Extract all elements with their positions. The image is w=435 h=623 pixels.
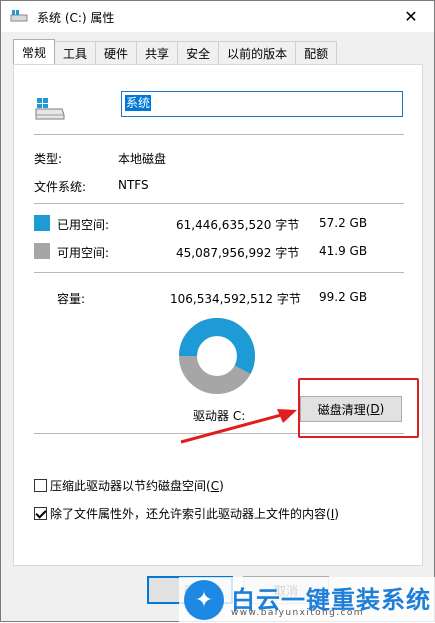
filesystem-value: NTFS xyxy=(118,178,149,192)
close-icon: ✕ xyxy=(404,7,418,26)
used-space-swatch xyxy=(34,215,50,231)
disk-cleanup-button[interactable]: 磁盘清理(D) xyxy=(300,396,402,422)
divider xyxy=(34,203,404,204)
free-space-swatch xyxy=(34,243,50,259)
index-option[interactable]: 除了文件属性外，还允许索引此驱动器上文件的内容(I) xyxy=(34,505,339,522)
free-space-label: 可用空间: xyxy=(57,246,110,260)
free-space-bytes: 45,087,956,992 字节 xyxy=(176,246,300,260)
used-space-bytes: 61,446,635,520 字节 xyxy=(176,218,300,232)
tab-bar: 常规 工具 硬件 共享 安全 以前的版本 配额 xyxy=(13,39,338,65)
tab-hardware[interactable]: 硬件 xyxy=(95,41,138,64)
tab-tools[interactable]: 工具 xyxy=(54,41,97,64)
drive-icon xyxy=(10,10,28,22)
capacity-bytes: 106,534,592,512 字节 xyxy=(170,292,301,306)
compress-checkbox[interactable] xyxy=(34,479,47,492)
used-space-size: 57.2 GB xyxy=(319,216,368,230)
tab-general[interactable]: 常规 xyxy=(13,39,56,64)
drive-name-input[interactable]: 系统 xyxy=(121,91,403,117)
properties-dialog: 系统 (C:) 属性 ✕ 常规 工具 硬件 共享 安全 以前的版本 配额 系统 … xyxy=(0,0,435,623)
capacity-label: 容量: xyxy=(57,292,86,306)
free-space-size: 41.9 GB xyxy=(319,244,368,258)
index-label: 除了文件属性外，还允许索引此驱动器上文件的内容(I) xyxy=(50,507,339,521)
filesystem-label: 文件系统: xyxy=(34,180,87,194)
tab-security[interactable]: 安全 xyxy=(177,41,220,64)
tab-quota[interactable]: 配额 xyxy=(295,41,338,64)
twitter-bird-icon: ✦ xyxy=(184,580,224,620)
divider xyxy=(34,433,404,434)
close-button[interactable]: ✕ xyxy=(388,1,434,32)
used-space-label: 已用空间: xyxy=(57,218,110,232)
watermark-url: www.baiyunxitong.com xyxy=(231,608,364,618)
index-checkbox[interactable] xyxy=(34,507,47,520)
watermark: ✦ 白云一键重装系统 www.baiyunxitong.com xyxy=(179,577,435,623)
drive-letter-label: 驱动器 C: xyxy=(193,409,246,423)
compress-option[interactable]: 压缩此驱动器以节约磁盘空间(C) xyxy=(34,477,224,494)
window-title: 系统 (C:) 属性 xyxy=(37,11,115,25)
capacity-size: 99.2 GB xyxy=(319,290,368,304)
divider xyxy=(34,272,404,273)
general-panel: 系统 类型: 本地磁盘 文件系统: NTFS 已用空间: 61,446,635,… xyxy=(13,64,423,566)
drive-name-value: 系统 xyxy=(125,95,152,111)
divider xyxy=(34,134,404,135)
hard-drive-icon xyxy=(35,98,65,120)
tab-previous-versions[interactable]: 以前的版本 xyxy=(218,41,297,64)
type-label: 类型: xyxy=(34,152,63,166)
title-bar: 系统 (C:) 属性 ✕ xyxy=(1,1,434,32)
compress-label: 压缩此驱动器以节约磁盘空间(C) xyxy=(50,479,224,493)
tab-sharing[interactable]: 共享 xyxy=(136,41,179,64)
type-value: 本地磁盘 xyxy=(118,152,167,166)
usage-donut xyxy=(179,318,255,394)
